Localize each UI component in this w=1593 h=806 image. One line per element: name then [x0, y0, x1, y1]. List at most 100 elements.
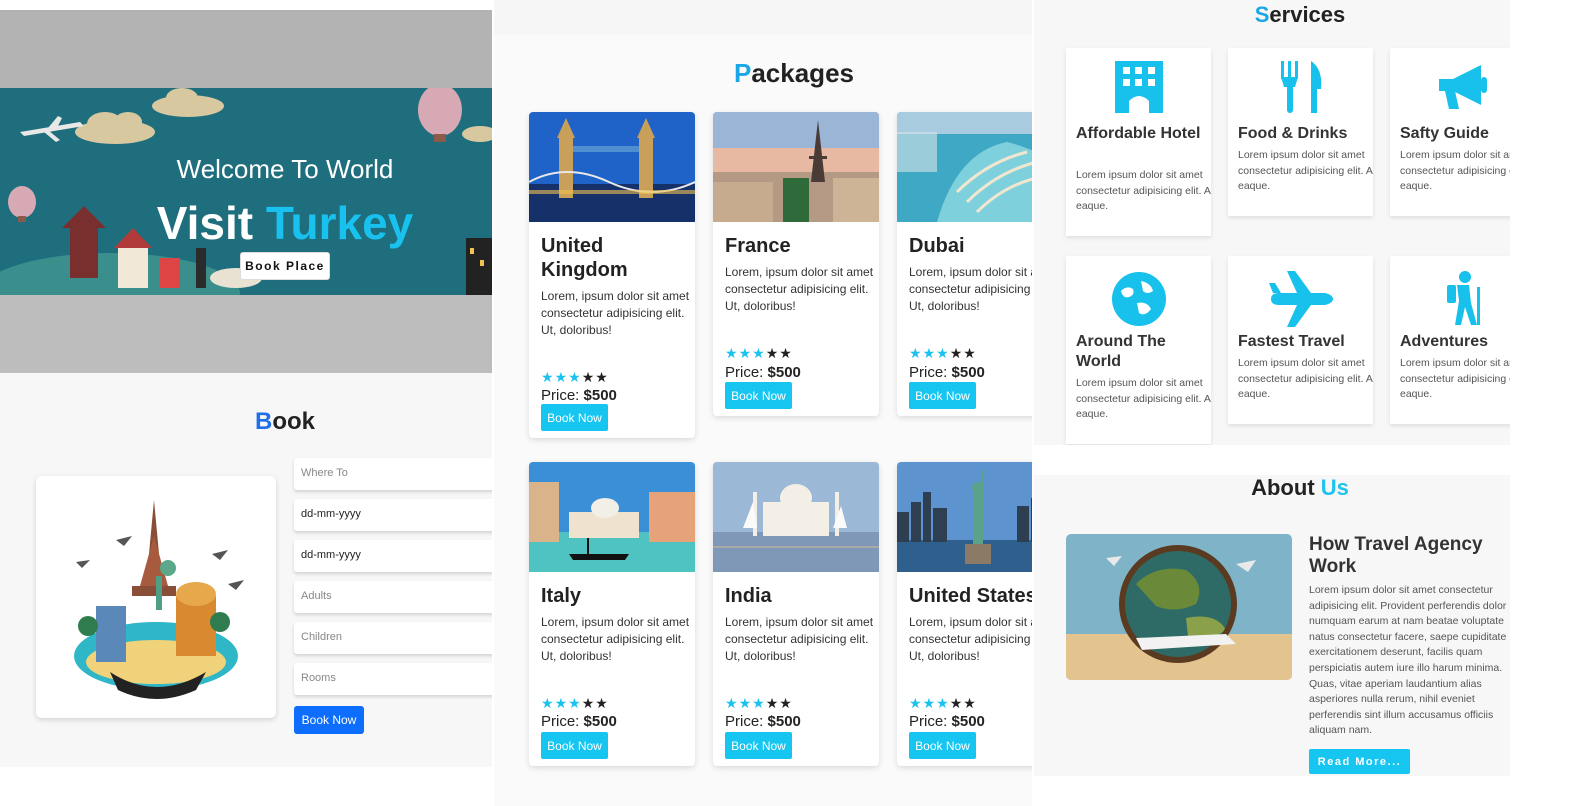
package-price: Price: $500	[725, 713, 801, 730]
children-input[interactable]: Children	[294, 622, 492, 654]
star-empty-icon: ★	[779, 345, 793, 361]
hotel-icon	[1066, 54, 1211, 120]
star-filled-icon: ★	[725, 345, 739, 361]
package-description: Lorem, ipsum dolor sit amet consectetur …	[541, 289, 690, 337]
about-paragraph: Lorem ipsum dolor sit amet consectetur a…	[1309, 584, 1507, 737]
package-rating: ★★★★★	[541, 695, 609, 712]
package-card-italy: Italy Lorem, ipsum dolor sit amet consec…	[529, 462, 695, 766]
service-name: Around The World	[1076, 333, 1166, 370]
adults-input[interactable]: Adults	[294, 581, 492, 613]
package-name: United States	[909, 585, 1032, 607]
service-card-safty-guide: Safty Guide Lorem ipsum dolor sit amet c…	[1390, 48, 1510, 216]
package-name: India	[725, 585, 772, 607]
star-empty-icon: ★	[779, 695, 793, 711]
service-description: Lorem ipsum dolor sit amet consectetur a…	[1400, 357, 1510, 400]
package-name: Dubai	[909, 235, 965, 257]
star-filled-icon: ★	[725, 695, 739, 711]
package-image-united-states	[897, 462, 1032, 572]
book-section-title: Book	[254, 408, 315, 435]
where-to-input[interactable]: Where To	[294, 458, 492, 490]
package-image-india	[713, 462, 879, 572]
rooms-input[interactable]: Rooms	[294, 663, 492, 695]
package-card-dubai: Dubai Lorem, ipsum dolor sit amet consec…	[897, 112, 1032, 416]
star-filled-icon: ★	[554, 695, 569, 711]
star-filled-icon: ★	[752, 345, 766, 361]
packages-section-title: Packages	[734, 58, 854, 88]
services-section-title: Services	[1254, 2, 1346, 27]
megaphone-icon	[1390, 54, 1510, 120]
star-filled-icon: ★	[909, 695, 923, 711]
service-description: Lorem ipsum dolor sit amet consectetur a…	[1076, 377, 1211, 420]
check-in-date-input[interactable]: dd-mm-yyyy	[294, 499, 492, 531]
star-empty-icon: ★	[595, 369, 609, 385]
package-rating: ★★★★★	[909, 345, 977, 362]
book-now-button[interactable]: Book Now	[909, 382, 976, 409]
star-filled-icon: ★	[909, 345, 923, 361]
hero-bottom-band	[0, 295, 492, 373]
check-out-date-input[interactable]: dd-mm-yyyy	[294, 540, 492, 572]
package-image-united-kingdom	[529, 112, 695, 222]
star-filled-icon: ★	[554, 369, 569, 385]
star-filled-icon: ★	[738, 345, 753, 361]
package-name: United Kingdom	[541, 235, 628, 281]
service-name: Fastest Travel	[1238, 333, 1345, 350]
star-empty-icon: ★	[949, 695, 964, 711]
star-filled-icon: ★	[936, 695, 950, 711]
hero-headline: Visit Turkey	[0, 196, 492, 250]
package-card-france: France Lorem, ipsum dolor sit amet conse…	[713, 112, 879, 416]
star-filled-icon: ★	[541, 369, 555, 385]
package-card-india: India Lorem, ipsum dolor sit amet consec…	[713, 462, 879, 766]
hero-welcome-text: Welcome To World	[176, 154, 394, 184]
hero-top-band	[0, 10, 492, 88]
services-about-panel: Services Affordable Hotel Lorem ipsum do…	[1034, 0, 1510, 776]
hero-banner: Welcome To World Visit Turkey Book Place	[0, 88, 492, 295]
service-name: Affordable Hotel	[1076, 125, 1201, 142]
book-now-button[interactable]: Book Now	[725, 382, 792, 409]
package-description: Lorem, ipsum dolor sit amet consectetur …	[909, 265, 1032, 313]
service-name: Adventures	[1400, 333, 1489, 350]
star-filled-icon: ★	[568, 369, 582, 385]
home-book-panel: Welcome To World Visit Turkey Book Place…	[0, 10, 492, 767]
service-card-around-the-world: Around The World Lorem ipsum dolor sit a…	[1066, 256, 1211, 444]
screenshot-canvas: Welcome To World Visit Turkey Book Place…	[0, 0, 1593, 806]
star-filled-icon: ★	[922, 695, 937, 711]
package-card-united-states: United States Lorem, ipsum dolor sit ame…	[897, 462, 1032, 766]
book-place-button[interactable]: Book Place	[240, 252, 330, 280]
book-now-button[interactable]: Book Now	[725, 732, 792, 759]
star-filled-icon: ★	[752, 695, 766, 711]
service-name: Food & Drinks	[1238, 125, 1348, 142]
package-description: Lorem, ipsum dolor sit amet consectetur …	[909, 615, 1032, 663]
service-card-fastest-travel: Fastest Travel Lorem ipsum dolor sit ame…	[1228, 256, 1373, 424]
packages-top-strip	[494, 0, 1032, 35]
book-now-button[interactable]: Book Now	[909, 732, 976, 759]
package-name: France	[725, 235, 791, 257]
book-illustration-card	[36, 476, 276, 718]
star-filled-icon: ★	[738, 695, 753, 711]
package-image-italy	[529, 462, 695, 572]
package-rating: ★★★★★	[725, 345, 793, 362]
star-filled-icon: ★	[541, 695, 555, 711]
star-empty-icon: ★	[963, 345, 977, 361]
star-empty-icon: ★	[963, 695, 977, 711]
read-more-button[interactable]: Read More...	[1309, 749, 1410, 774]
book-now-button[interactable]: Book Now	[541, 732, 608, 759]
service-card-affordable-hotel: Affordable Hotel Lorem ipsum dolor sit a…	[1066, 48, 1211, 236]
about-heading: How Travel Agency Work	[1309, 534, 1483, 577]
service-name: Safty Guide	[1400, 125, 1489, 142]
star-empty-icon: ★	[765, 345, 780, 361]
package-rating: ★★★★★	[725, 695, 793, 712]
world-landmarks-illustration	[74, 500, 244, 699]
service-description: Lorem ipsum dolor sit amet consectetur a…	[1238, 357, 1373, 400]
package-description: Lorem, ipsum dolor sit amet consectetur …	[725, 615, 874, 663]
package-rating: ★★★★★	[541, 369, 609, 386]
about-section-title: About Us	[1251, 475, 1349, 500]
star-empty-icon: ★	[765, 695, 780, 711]
book-now-submit-button[interactable]: Book Now	[294, 706, 364, 734]
star-empty-icon: ★	[581, 369, 596, 385]
star-empty-icon: ★	[595, 695, 609, 711]
hiker-icon	[1390, 266, 1510, 332]
star-filled-icon: ★	[936, 345, 950, 361]
package-card-united-kingdom: United Kingdom Lorem, ipsum dolor sit am…	[529, 112, 695, 438]
utensils-icon	[1228, 54, 1373, 120]
book-now-button[interactable]: Book Now	[541, 404, 608, 431]
